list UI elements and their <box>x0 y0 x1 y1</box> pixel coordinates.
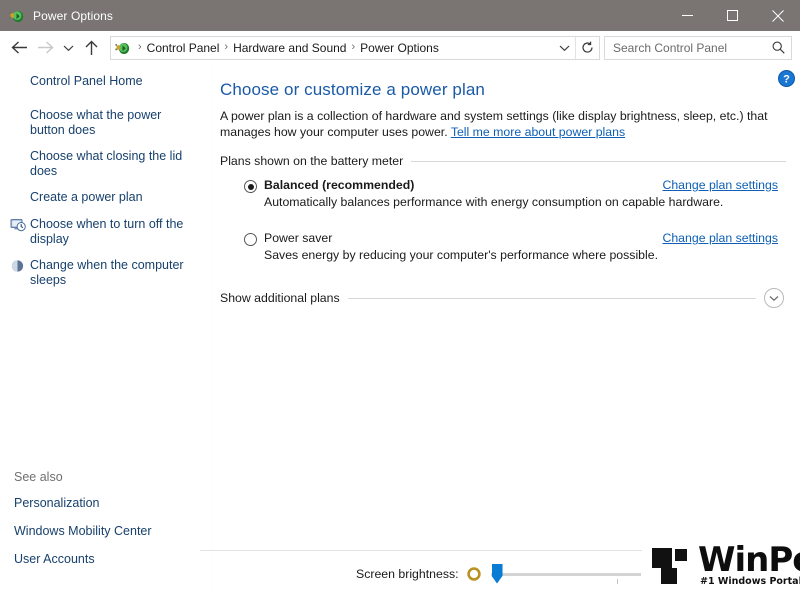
search-input[interactable] <box>613 40 772 55</box>
power-plug-icon <box>9 8 25 24</box>
breadcrumb-item-hardware-and-sound[interactable]: Hardware and Sound <box>233 41 346 55</box>
change-plan-settings-link-power-saver[interactable]: Change plan settings <box>662 231 778 245</box>
moon-icon <box>10 258 26 274</box>
divider <box>411 160 786 162</box>
plan-power-saver[interactable]: Power saver Saves energy by reducing you… <box>220 231 786 262</box>
see-also-item-label: Personalization <box>14 496 100 510</box>
change-plan-settings-link-balanced[interactable]: Change plan settings <box>662 178 778 192</box>
sidebar-item-computer-sleeps[interactable]: Change when the computer sleeps <box>0 258 211 288</box>
show-additional-plans[interactable]: Show additional plans <box>220 288 786 308</box>
power-options-window: Power Options › Control Panel › Hardware… <box>0 0 800 596</box>
slider-thumb[interactable] <box>491 563 503 584</box>
see-also-item-label: Windows Mobility Center <box>14 524 152 538</box>
see-also-title: See also <box>14 470 63 484</box>
sidebar-item-closing-lid[interactable]: Choose what closing the lid does <box>0 149 211 179</box>
up-button[interactable] <box>78 35 104 61</box>
spacer-icon <box>10 190 26 206</box>
plan-name: Balanced (recommended) <box>264 178 415 192</box>
window-body: Control Panel Home Choose what the power… <box>0 64 800 596</box>
plans-group: Plans shown on the battery meter Balance… <box>220 154 786 308</box>
help-button[interactable]: ? <box>778 70 795 87</box>
see-also-item-label: User Accounts <box>14 552 95 566</box>
brightness-bar: Screen brightness: <box>200 550 800 596</box>
maximize-button[interactable] <box>710 0 755 31</box>
breadcrumb-separator: › <box>224 41 229 53</box>
sidebar-item-label: Choose when to turn off the display <box>30 217 184 246</box>
refresh-icon[interactable] <box>575 36 599 59</box>
navigation-bar: › Control Panel › Hardware and Sound › P… <box>0 31 800 64</box>
page-description: A power plan is a collection of hardware… <box>220 108 780 140</box>
sidebar-item-label: Choose what closing the lid does <box>30 149 183 178</box>
spacer-icon <box>10 74 26 90</box>
window-title: Power Options <box>33 8 114 23</box>
see-also-item-windows-mobility-center[interactable]: Windows Mobility Center <box>14 524 197 539</box>
chevron-down-icon[interactable] <box>764 288 784 308</box>
plans-group-label: Plans shown on the battery meter <box>220 154 404 168</box>
radio-power-saver[interactable] <box>244 233 257 246</box>
minimize-button[interactable] <box>665 0 710 31</box>
sidebar-item-create-power-plan[interactable]: Create a power plan <box>0 190 211 206</box>
sidebar-item-label: Change when the computer sleeps <box>30 258 184 287</box>
sidebar-item-power-button[interactable]: Choose what the power button does <box>0 108 211 138</box>
spacer-icon <box>10 149 26 165</box>
tell-me-more-link[interactable]: Tell me more about power plans <box>451 125 625 139</box>
plan-description: Automatically balances performance with … <box>264 195 724 209</box>
address-bar[interactable]: › Control Panel › Hardware and Sound › P… <box>110 35 600 60</box>
sidebar: Control Panel Home Choose what the power… <box>0 64 212 596</box>
breadcrumb-item-control-panel[interactable]: Control Panel <box>147 41 220 55</box>
search-box[interactable] <box>604 35 792 60</box>
chevron-down-icon[interactable] <box>553 37 575 59</box>
main-content: ? Choose or customize a power plan A pow… <box>212 64 800 596</box>
breadcrumb-power-icon <box>115 40 131 56</box>
sun-dim-icon[interactable] <box>466 566 481 581</box>
plan-name: Power saver <box>264 231 333 245</box>
see-also-section: See also Personalization Windows Mobilit… <box>0 470 211 580</box>
slider-track[interactable] <box>490 572 641 576</box>
monitor-clock-icon <box>10 217 26 233</box>
sidebar-item-label: Control Panel Home <box>30 74 143 88</box>
slider-tick <box>616 578 618 584</box>
breadcrumb-separator: › <box>138 41 142 53</box>
sidebar-item-turn-off-display[interactable]: Choose when to turn off the display <box>0 217 211 247</box>
search-icon[interactable] <box>772 41 785 54</box>
brightness-slider[interactable] <box>490 563 641 584</box>
plans-group-header: Plans shown on the battery meter <box>220 154 786 168</box>
sun-bright-icon[interactable] <box>648 565 666 582</box>
spacer-icon <box>10 108 26 124</box>
breadcrumb-item-power-options[interactable]: Power Options <box>360 41 439 55</box>
radio-balanced[interactable] <box>244 180 257 193</box>
back-button[interactable] <box>6 35 32 61</box>
see-also-item-personalization[interactable]: Personalization <box>14 496 197 511</box>
sidebar-item-label: Choose what the power button does <box>30 108 162 137</box>
plan-balanced[interactable]: Balanced (recommended) Automatically bal… <box>220 178 786 209</box>
recent-pages-button[interactable] <box>58 35 78 61</box>
show-additional-plans-label: Show additional plans <box>220 291 340 305</box>
title-bar: Power Options <box>0 0 800 31</box>
sidebar-item-label: Create a power plan <box>30 190 143 204</box>
see-also-item-user-accounts[interactable]: User Accounts <box>14 552 197 567</box>
plan-description: Saves energy by reducing your computer's… <box>264 248 658 262</box>
breadcrumb-separator: › <box>351 41 356 53</box>
close-button[interactable] <box>755 0 800 31</box>
forward-button[interactable] <box>32 35 58 61</box>
page-title: Choose or customize a power plan <box>220 80 485 99</box>
divider <box>347 297 756 299</box>
svg-text:?: ? <box>783 74 790 86</box>
brightness-label: Screen brightness: <box>356 566 459 581</box>
sidebar-item-control-panel-home[interactable]: Control Panel Home <box>0 74 211 90</box>
